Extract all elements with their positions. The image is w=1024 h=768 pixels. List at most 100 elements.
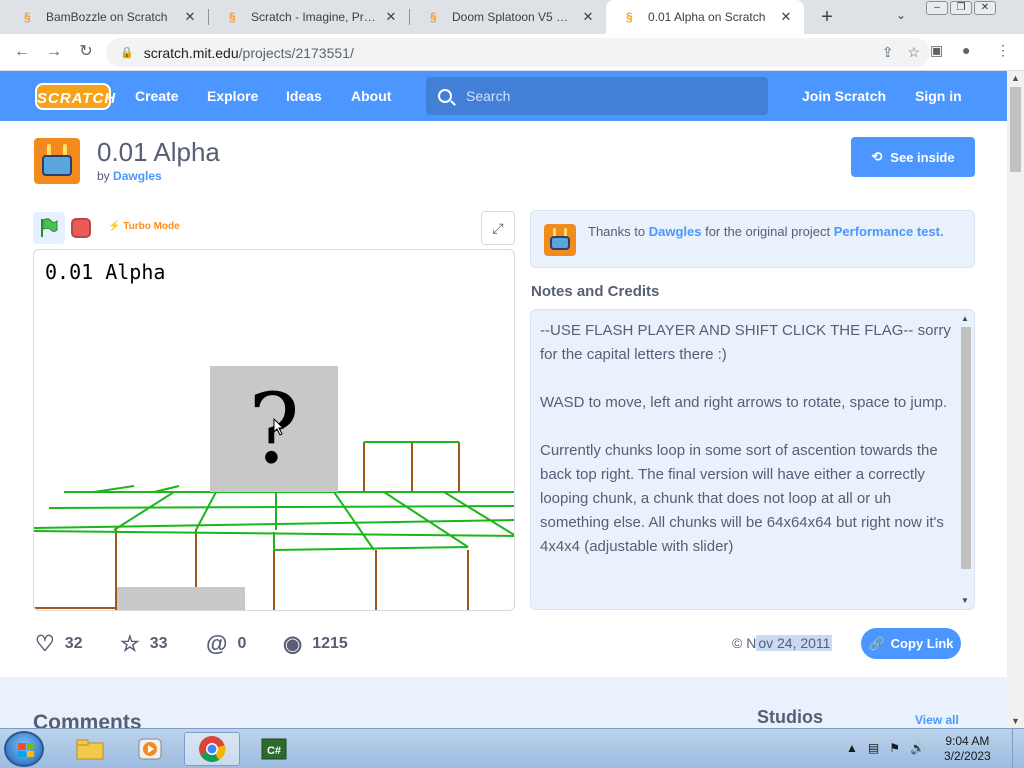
search-input[interactable]: Search <box>426 77 768 115</box>
browser-menu-icon[interactable]: ⋮ <box>996 42 1010 59</box>
windows-taskbar: C# ▲ ▤ ⚑ 🔊 9:04 AM 3/2/2023 <box>0 728 1024 768</box>
project-author-line: by Dawgles <box>97 169 162 183</box>
tab-close-icon[interactable]: ✕ <box>778 9 794 25</box>
scratch-favicon-icon: § <box>626 10 633 24</box>
browser-tabbar: § BamBozzle on Scratch ✕ § Scratch - Ima… <box>0 0 1024 34</box>
join-scratch-link[interactable]: Join Scratch <box>802 71 886 121</box>
chrome-icon[interactable] <box>184 732 240 766</box>
browser-tab[interactable]: § Doom Splatoon V5 on Scratch ✕ <box>410 0 606 34</box>
remix-icon: @ <box>206 631 228 656</box>
author-link[interactable]: Dawgles <box>113 169 162 183</box>
url-host: scratch.mit.edu <box>143 44 239 61</box>
date-selection: ov 24, 2011 <box>756 635 833 651</box>
original-project-thumbnail <box>544 224 576 256</box>
page-scroll-thumb[interactable] <box>1010 87 1021 172</box>
project-title: 0.01 Alpha <box>97 137 220 167</box>
taskbar-clock[interactable]: 9:04 AM 3/2/2023 <box>944 734 991 764</box>
green-flag-button[interactable] <box>33 212 65 244</box>
page-scrollbar[interactable]: ▲ ▼ <box>1007 71 1024 728</box>
action-center-flag-icon[interactable]: ⚑ <box>889 741 900 755</box>
volume-icon[interactable]: 🔊 <box>910 741 925 755</box>
project-page: 0.01 Alpha by Dawgles ⟲ See inside ⚡ Tur… <box>0 121 1007 728</box>
heart-icon: ♡ <box>35 631 55 656</box>
scroll-up-icon[interactable]: ▲ <box>961 314 969 323</box>
nav-create[interactable]: Create <box>135 71 179 121</box>
page-scroll-down-icon[interactable]: ▼ <box>1011 716 1020 726</box>
search-icon <box>438 89 452 103</box>
tab-title: 0.01 Alpha on Scratch <box>648 10 766 24</box>
favorite-count: 33 <box>149 635 168 652</box>
tab-close-icon[interactable]: ✕ <box>383 9 399 25</box>
tab-close-icon[interactable]: ✕ <box>182 9 198 25</box>
see-inside-button[interactable]: ⟲ See inside <box>851 137 975 177</box>
profile-avatar-icon[interactable]: ● <box>962 42 970 58</box>
love-stat[interactable]: ♡ 32 <box>35 631 83 657</box>
bookmark-star-icon[interactable]: ☆ <box>907 44 920 61</box>
address-bar[interactable]: 🔒 scratch.mit.edu/projects/2173551/ ⇪ ☆ <box>106 38 930 67</box>
credits-author-link[interactable]: Dawgles <box>649 224 702 239</box>
fullscreen-icon[interactable]: ⤢ <box>481 211 515 245</box>
start-button[interactable] <box>4 731 44 767</box>
mouse-cursor-icon <box>273 418 285 436</box>
remix-count: 0 <box>237 635 247 652</box>
notes-paragraph: --USE FLASH PLAYER AND SHIFT CLICK THE F… <box>540 322 951 363</box>
remix-arrows-icon: ⟲ <box>871 149 883 164</box>
lock-icon: 🔒 <box>120 47 134 59</box>
tray-expand-icon[interactable]: ▲ <box>846 741 858 755</box>
page-scroll-up-icon[interactable]: ▲ <box>1011 73 1020 83</box>
side-panel-icon[interactable]: ▣ <box>930 42 943 59</box>
favorite-stat[interactable]: ☆ 33 <box>120 631 168 657</box>
view-all-link[interactable]: View all <box>915 713 959 727</box>
stop-button[interactable] <box>71 218 91 238</box>
tab-title: BamBozzle on Scratch <box>46 10 168 24</box>
network-icon[interactable]: ▤ <box>868 741 879 755</box>
nav-about[interactable]: About <box>351 71 391 121</box>
close-window-icon[interactable]: ✕ <box>974 1 996 15</box>
link-icon: 🔗 <box>868 635 885 651</box>
scroll-down-icon[interactable]: ▼ <box>961 596 969 605</box>
show-desktop-button[interactable] <box>1012 729 1024 768</box>
csharp-app-icon[interactable]: C# <box>246 732 302 766</box>
project-thumbnail <box>34 138 80 184</box>
lightning-icon: ⚡ <box>108 221 121 232</box>
browser-tab[interactable]: § BamBozzle on Scratch ✕ <box>4 0 208 34</box>
file-explorer-icon[interactable] <box>62 732 118 766</box>
comments-heading: Comments <box>33 711 142 728</box>
project-stage[interactable]: 0.01 Alpha <box>33 249 515 611</box>
views-stat: ◉ 1215 <box>283 631 348 657</box>
by-label: by <box>97 169 110 183</box>
scratch-favicon-icon: § <box>430 10 437 24</box>
nav-explore[interactable]: Explore <box>207 71 258 121</box>
media-player-icon[interactable] <box>122 732 178 766</box>
clock-date: 3/2/2023 <box>944 749 991 763</box>
reload-icon[interactable]: ↻ <box>76 42 96 62</box>
browser-tab[interactable]: § Scratch - Imagine, Program, Share ✕ <box>209 0 409 34</box>
original-project-link[interactable]: Performance test <box>834 224 940 239</box>
maximize-icon[interactable]: ❐ <box>950 1 972 15</box>
forward-arrow-icon[interactable]: → <box>44 42 64 62</box>
nav-ideas[interactable]: Ideas <box>286 71 322 121</box>
scratch-favicon-icon: § <box>24 10 31 24</box>
tab-close-icon[interactable]: ✕ <box>580 9 596 25</box>
star-icon: ☆ <box>120 631 140 656</box>
share-icon[interactable]: ⇪ <box>882 44 894 61</box>
browser-toolbar: ← → ↻ 🔒 scratch.mit.edu/projects/2173551… <box>0 34 1024 71</box>
remix-stat: @ 0 <box>206 631 246 657</box>
credits-text: Thanks to Dawgles for the original proje… <box>588 224 944 239</box>
new-tab-icon[interactable]: + <box>816 6 838 28</box>
browser-tab-active[interactable]: § 0.01 Alpha on Scratch ✕ <box>606 0 804 34</box>
turbo-mode-indicator: ⚡ Turbo Mode <box>108 221 180 232</box>
eye-icon: ◉ <box>283 631 303 656</box>
copy-link-button[interactable]: 🔗 Copy Link <box>861 628 961 659</box>
see-inside-label: See inside <box>890 149 955 165</box>
views-count: 1215 <box>312 635 348 652</box>
back-arrow-icon[interactable]: ← <box>12 42 32 62</box>
tab-search-chevron-icon[interactable]: ⌄ <box>896 8 906 22</box>
notes-scrollbar[interactable]: ▲ ▼ <box>958 310 973 609</box>
sign-in-link[interactable]: Sign in <box>915 71 962 121</box>
copy-link-label: Copy Link <box>890 636 954 651</box>
minimize-icon[interactable]: – <box>926 1 948 15</box>
notes-box[interactable]: --USE FLASH PLAYER AND SHIFT CLICK THE F… <box>530 309 975 610</box>
scratch-logo[interactable]: SCRATCH <box>35 83 115 110</box>
notes-scroll-thumb[interactable] <box>961 327 971 569</box>
